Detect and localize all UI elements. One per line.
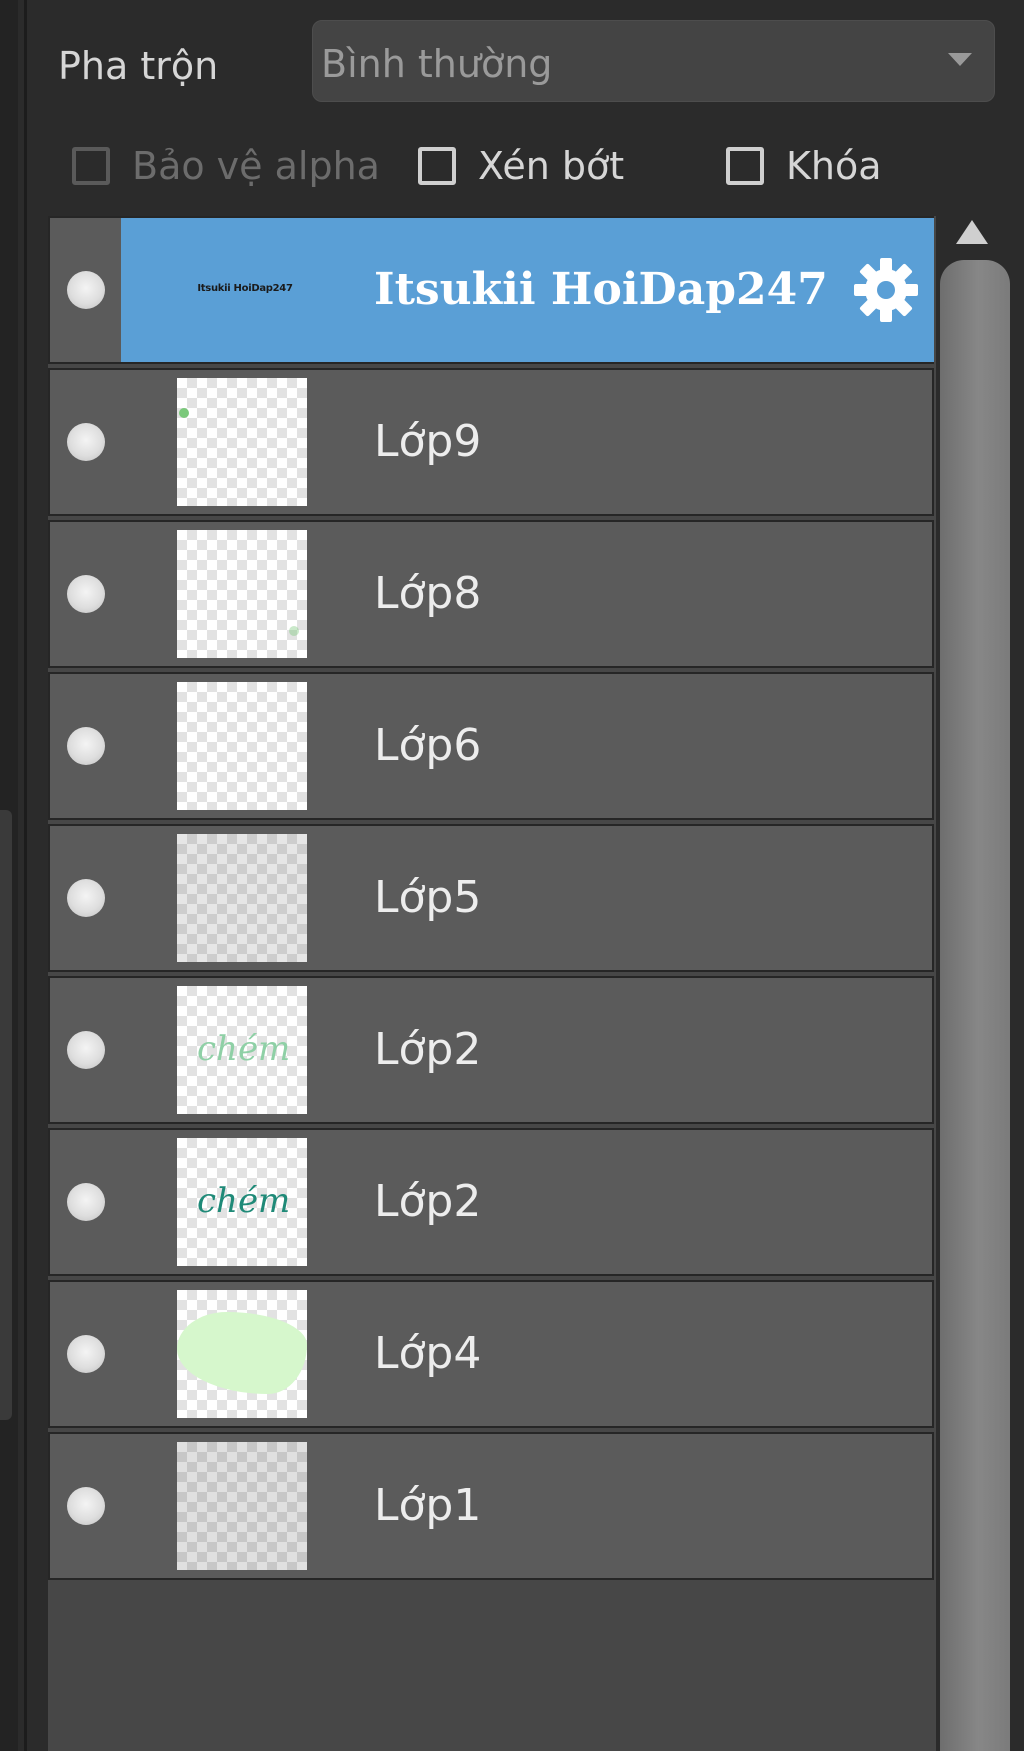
visibility-toggle[interactable] [67, 575, 105, 613]
layer-row[interactable]: Lớp9 [48, 368, 934, 516]
layer-name: Lớp1 [374, 1480, 482, 1531]
layer-name: Lớp4 [374, 1328, 482, 1379]
layer-name: Lớp5 [374, 872, 482, 923]
thumbnail-mark [289, 626, 299, 636]
clip-box[interactable] [418, 147, 456, 185]
lock-box[interactable] [726, 147, 764, 185]
layer-row[interactable]: Lớp6 [48, 672, 934, 820]
scrollbar-thumb[interactable] [940, 260, 1010, 1751]
thumbnail-shape [177, 1312, 307, 1394]
layer-thumbnail [177, 834, 307, 962]
visibility-toggle[interactable] [67, 879, 105, 917]
layer-row[interactable]: chém Lớp2 [48, 976, 934, 1124]
gear-icon[interactable] [850, 254, 922, 326]
layer-name: Itsukii HoiDap247 [374, 264, 828, 315]
layer-thumbnail [177, 1290, 307, 1418]
visibility-toggle[interactable] [67, 727, 105, 765]
layer-thumbnail: chém [177, 986, 307, 1114]
layers-panel: Pha trộn Bình thường Bảo vệ alpha Xén bớ… [0, 0, 1024, 1751]
layer-thumbnail: Itsukii HoiDap247 [170, 268, 320, 308]
layer-thumbnail [177, 378, 307, 506]
visibility-toggle[interactable] [67, 423, 105, 461]
visibility-toggle[interactable] [67, 271, 105, 309]
visibility-toggle[interactable] [67, 1183, 105, 1221]
chevron-down-icon [948, 53, 972, 66]
visibility-toggle[interactable] [67, 1031, 105, 1069]
visibility-toggle[interactable] [67, 1487, 105, 1525]
layer-thumbnail: chém [177, 1138, 307, 1266]
blend-mode-value: Bình thường [321, 42, 553, 86]
layer-name: Lớp2 [374, 1024, 482, 1075]
lock-checkbox[interactable]: Khóa [726, 140, 882, 192]
thumbnail-script: chém [197, 1181, 291, 1221]
layer-name: Lớp2 [374, 1176, 482, 1227]
layer-name: Lớp6 [374, 720, 482, 771]
layer-thumbnail [177, 530, 307, 658]
layer-row[interactable]: Itsukii HoiDap247 Itsukii HoiDap247 [48, 216, 934, 364]
layer-row[interactable]: Lớp4 [48, 1280, 934, 1428]
layer-name: Lớp9 [374, 416, 482, 467]
layer-name: Lớp8 [374, 568, 482, 619]
layer-row[interactable]: Lớp5 [48, 824, 934, 972]
layer-row[interactable]: Lớp8 [48, 520, 934, 668]
clip-checkbox[interactable]: Xén bớt [418, 140, 624, 192]
divider [24, 0, 27, 1751]
side-scroll-handle[interactable] [0, 810, 12, 1420]
scroll-up-arrow-icon[interactable] [956, 220, 988, 244]
thumbnail-script: chém [197, 1029, 291, 1069]
layer-row[interactable]: Lớp1 [48, 1432, 934, 1580]
layer-list: Itsukii HoiDap247 Itsukii HoiDap247 Lớp9… [48, 216, 936, 1751]
thumbnail-text: Itsukii HoiDap247 [197, 282, 293, 294]
layer-thumbnail [177, 1442, 307, 1570]
lock-label: Khóa [786, 144, 882, 188]
visibility-toggle[interactable] [67, 1335, 105, 1373]
protect-alpha-label: Bảo vệ alpha [132, 144, 380, 188]
blend-mode-label: Pha trộn [58, 44, 219, 88]
layer-row[interactable]: chém Lớp2 [48, 1128, 934, 1276]
panel-left-edge [0, 0, 18, 1751]
protect-alpha-checkbox: Bảo vệ alpha [72, 140, 380, 192]
thumbnail-mark [179, 408, 189, 418]
blend-mode-dropdown[interactable]: Bình thường [312, 20, 995, 102]
layer-thumbnail [177, 682, 307, 810]
protect-alpha-box [72, 147, 110, 185]
clip-label: Xén bớt [478, 144, 625, 188]
